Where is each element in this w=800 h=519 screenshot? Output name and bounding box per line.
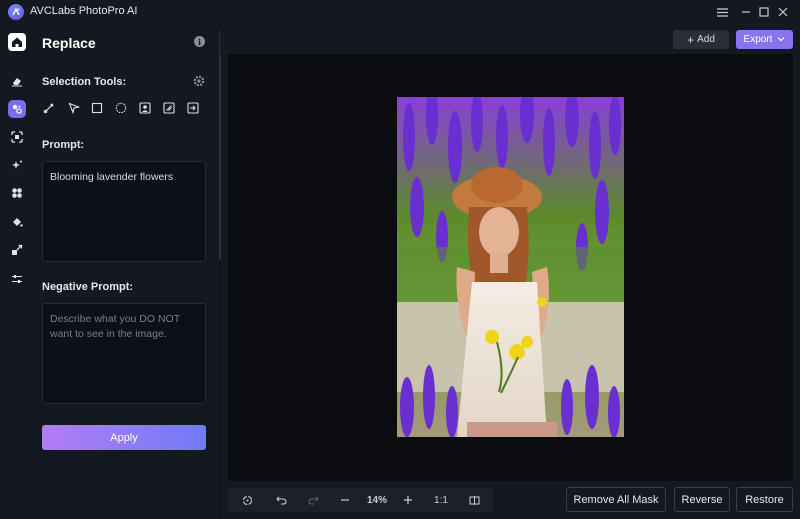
restore-button[interactable]: Restore — [736, 487, 793, 512]
eraser-icon[interactable] — [8, 72, 26, 90]
polygon-lasso-icon[interactable] — [67, 101, 81, 115]
plus-icon: + — [687, 32, 695, 47]
brush-icon[interactable] — [42, 101, 56, 115]
close-icon[interactable] — [774, 3, 792, 21]
photo-preview[interactable] — [397, 97, 624, 437]
rectangle-select-icon[interactable] — [90, 101, 104, 115]
zoom-toolbar — [228, 488, 493, 512]
title-bar: AVCLabs PhotoPro AI — [0, 0, 800, 24]
fan-icon[interactable] — [8, 184, 26, 202]
add-label: Add — [697, 34, 715, 45]
minimize-icon[interactable] — [737, 3, 755, 21]
gear-icon[interactable] — [193, 74, 205, 87]
negative-prompt-input[interactable] — [42, 303, 206, 404]
sliders-icon[interactable] — [8, 270, 26, 288]
reset-view-icon[interactable] — [238, 488, 256, 512]
chevron-down-icon — [777, 34, 785, 45]
add-button[interactable]: + Add — [673, 30, 729, 49]
ellipse-select-icon[interactable] — [114, 101, 128, 115]
info-icon[interactable]: i — [194, 36, 205, 47]
home-icon[interactable] — [8, 33, 26, 51]
zoom-level: 14% — [366, 494, 387, 506]
prompt-input[interactable]: Blooming lavender flowers — [42, 161, 206, 262]
negative-prompt-label: Negative Prompt: — [42, 281, 134, 293]
reverse-button[interactable]: Reverse — [674, 487, 730, 512]
export-button[interactable]: Export — [736, 30, 793, 49]
panel-scrollbar[interactable] — [219, 30, 221, 260]
actual-size-button[interactable]: 1:1 — [430, 488, 452, 512]
redo-icon[interactable] — [304, 488, 322, 512]
panel-title: Replace — [42, 35, 96, 51]
import-mask-icon[interactable] — [186, 101, 200, 115]
export-label: Export — [743, 34, 773, 45]
app-title: AVCLabs PhotoPro AI — [30, 5, 138, 17]
app-logo-icon — [8, 4, 24, 20]
apply-button[interactable]: Apply — [42, 425, 206, 450]
object-select-icon[interactable] — [162, 101, 176, 115]
undo-icon[interactable] — [272, 488, 290, 512]
prompt-label: Prompt: — [42, 139, 85, 151]
resize-icon[interactable] — [8, 241, 26, 259]
person-select-icon[interactable] — [138, 101, 152, 115]
expand-icon[interactable] — [8, 128, 26, 146]
remove-all-mask-button[interactable]: Remove All Mask — [566, 487, 666, 512]
zoom-out-icon[interactable] — [336, 488, 354, 512]
sparkle-icon[interactable] — [8, 156, 26, 174]
maximize-icon[interactable] — [755, 3, 773, 21]
paint-bucket-icon[interactable] — [8, 213, 26, 231]
compare-icon[interactable] — [465, 488, 483, 512]
selection-tools-label: Selection Tools: — [42, 76, 127, 88]
zoom-in-icon[interactable] — [399, 488, 417, 512]
replace-icon[interactable] — [8, 100, 26, 118]
menu-icon[interactable] — [713, 3, 731, 21]
